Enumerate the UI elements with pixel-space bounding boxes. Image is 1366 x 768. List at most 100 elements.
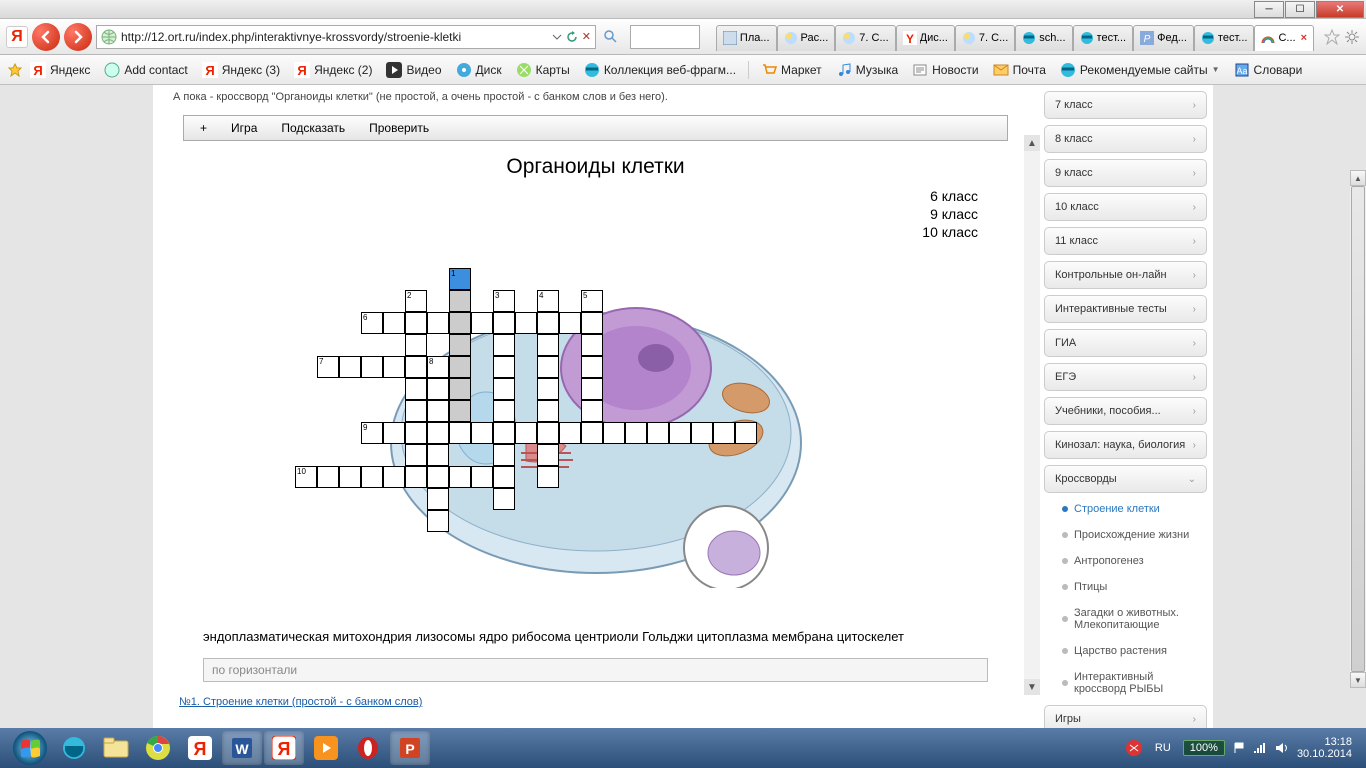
crossword-cell[interactable] — [449, 378, 471, 400]
taskbar-word-icon[interactable]: W — [222, 731, 262, 765]
bookmark-item[interactable]: Карты — [510, 59, 576, 81]
tray-network-icon[interactable] — [1253, 742, 1267, 754]
crossword-cell[interactable] — [493, 334, 515, 356]
crossword-cell[interactable] — [427, 466, 449, 488]
crossword-cell[interactable] — [537, 444, 559, 466]
search-icon[interactable] — [604, 30, 618, 44]
zoom-indicator[interactable]: 100% — [1183, 740, 1225, 756]
bookmark-item[interactable]: AaСловари — [1228, 59, 1309, 81]
language-indicator[interactable]: RU — [1151, 740, 1175, 756]
crossword-cell[interactable]: 1 — [449, 268, 471, 290]
settings-gear-icon[interactable] — [1344, 29, 1360, 45]
crossword-cell[interactable] — [427, 400, 449, 422]
crossword-cell[interactable] — [537, 356, 559, 378]
crossword-cell[interactable] — [493, 488, 515, 510]
crossword-cell[interactable] — [449, 312, 471, 334]
scroll-track[interactable] — [1024, 151, 1040, 679]
scroll-down-icon[interactable]: ▼ — [1024, 679, 1040, 695]
crossword-cell[interactable] — [493, 400, 515, 422]
crossword-cell[interactable] — [405, 422, 427, 444]
crossword-cell[interactable] — [405, 312, 427, 334]
url-input[interactable] — [121, 30, 548, 44]
browser-tab[interactable]: YДис... — [896, 25, 955, 51]
crossword-cell[interactable] — [625, 422, 647, 444]
crossword-cell[interactable]: 7 — [317, 356, 339, 378]
crossword-cell[interactable] — [581, 400, 603, 422]
bookmark-item[interactable]: ЯЯндекс (3) — [196, 59, 286, 81]
page-scroll-down-icon[interactable]: ▼ — [1350, 672, 1366, 688]
bookmark-item[interactable]: Add contact — [98, 59, 193, 81]
crossword-cell[interactable] — [449, 290, 471, 312]
cw-check-button[interactable]: Проверить — [369, 121, 429, 135]
sidebar-item[interactable]: 10 класс› — [1044, 193, 1207, 221]
crossword-cell[interactable] — [713, 422, 735, 444]
page-scroll-up-icon[interactable]: ▲ — [1350, 170, 1366, 186]
browser-tab[interactable]: С...× — [1254, 25, 1314, 51]
taskbar-chrome-icon[interactable] — [138, 731, 178, 765]
crossword-cell[interactable] — [493, 356, 515, 378]
sidebar-item[interactable]: Контрольные он-лайн› — [1044, 261, 1207, 289]
crossword-cell[interactable] — [449, 400, 471, 422]
crossword-cell[interactable] — [383, 356, 405, 378]
browser-tab[interactable]: Пла... — [716, 25, 777, 51]
crossword-cell[interactable]: 3 — [493, 290, 515, 312]
taskbar-explorer-icon[interactable] — [96, 731, 136, 765]
start-button[interactable] — [8, 729, 52, 767]
crossword-cell[interactable] — [493, 312, 515, 334]
browser-tab[interactable]: sch... — [1015, 25, 1072, 51]
page-scrollbar[interactable]: ▲ ▼ — [1350, 170, 1366, 688]
sidebar-item[interactable]: Кинозал: наука, биология› — [1044, 431, 1207, 459]
crossword-cell[interactable] — [383, 312, 405, 334]
crossword-cell[interactable] — [405, 400, 427, 422]
bookmark-item[interactable]: Коллекция веб-фрагм... — [578, 59, 742, 81]
bookmark-item[interactable]: Маркет — [755, 59, 828, 81]
bookmark-star-icon[interactable] — [8, 63, 22, 77]
taskbar-media-icon[interactable] — [306, 731, 346, 765]
bookmark-item[interactable]: ЯЯндекс (2) — [288, 59, 378, 81]
back-button[interactable] — [32, 23, 60, 51]
crossword-cell[interactable] — [405, 466, 427, 488]
crossword-cell[interactable] — [449, 466, 471, 488]
crossword-cell[interactable] — [427, 510, 449, 532]
crossword-cell[interactable] — [405, 334, 427, 356]
crossword-cell[interactable] — [559, 312, 581, 334]
cw-hint-button[interactable]: Подсказать — [281, 121, 345, 135]
browser-tab[interactable]: 7. С... — [955, 25, 1015, 51]
crossword-cell[interactable] — [471, 422, 493, 444]
crossword-cell[interactable] — [405, 378, 427, 400]
crossword-cell[interactable] — [537, 422, 559, 444]
crossword-cell[interactable] — [449, 334, 471, 356]
window-minimize-button[interactable] — [1254, 1, 1284, 18]
crossword-cell[interactable] — [427, 422, 449, 444]
sidebar-item[interactable]: Кроссворды⌄ — [1044, 465, 1207, 493]
crossword-cell[interactable] — [449, 356, 471, 378]
crossword-cell[interactable] — [735, 422, 757, 444]
crossword-cell[interactable] — [537, 378, 559, 400]
content-scrollbar[interactable]: ▲ ▼ — [1024, 135, 1040, 695]
tray-flag-icon[interactable] — [1233, 742, 1245, 754]
crossword-cell[interactable] — [647, 422, 669, 444]
sidebar-subitem[interactable]: Загадки о животных. Млекопитающие — [1044, 603, 1207, 635]
sidebar-item[interactable]: 11 класс› — [1044, 227, 1207, 255]
tray-app-icon[interactable] — [1125, 739, 1143, 757]
browser-tab[interactable]: 7. С... — [835, 25, 895, 51]
refresh-icon[interactable] — [566, 31, 578, 43]
crossword-cell[interactable] — [427, 488, 449, 510]
crossword-cell[interactable] — [405, 444, 427, 466]
sidebar-subitem[interactable]: Птицы — [1044, 577, 1207, 597]
crossword-cell[interactable] — [581, 334, 603, 356]
crossword-cell[interactable] — [361, 466, 383, 488]
taskbar-ie-icon[interactable] — [54, 731, 94, 765]
sidebar-subitem[interactable]: Царство растения — [1044, 641, 1207, 661]
crossword-cell[interactable]: 5 — [581, 290, 603, 312]
dropdown-icon[interactable] — [552, 32, 562, 42]
address-bar[interactable]: ✕ — [96, 25, 596, 49]
crossword-cell[interactable] — [581, 422, 603, 444]
crossword-cell[interactable] — [537, 312, 559, 334]
forward-button[interactable] — [64, 23, 92, 51]
cw-game-button[interactable]: Игра — [231, 121, 257, 135]
sidebar-item[interactable]: Интерактивные тесты› — [1044, 295, 1207, 323]
cw-plus-button[interactable]: + — [200, 121, 207, 135]
browser-tab[interactable]: тест... — [1073, 25, 1134, 51]
crossword-cell[interactable]: 4 — [537, 290, 559, 312]
